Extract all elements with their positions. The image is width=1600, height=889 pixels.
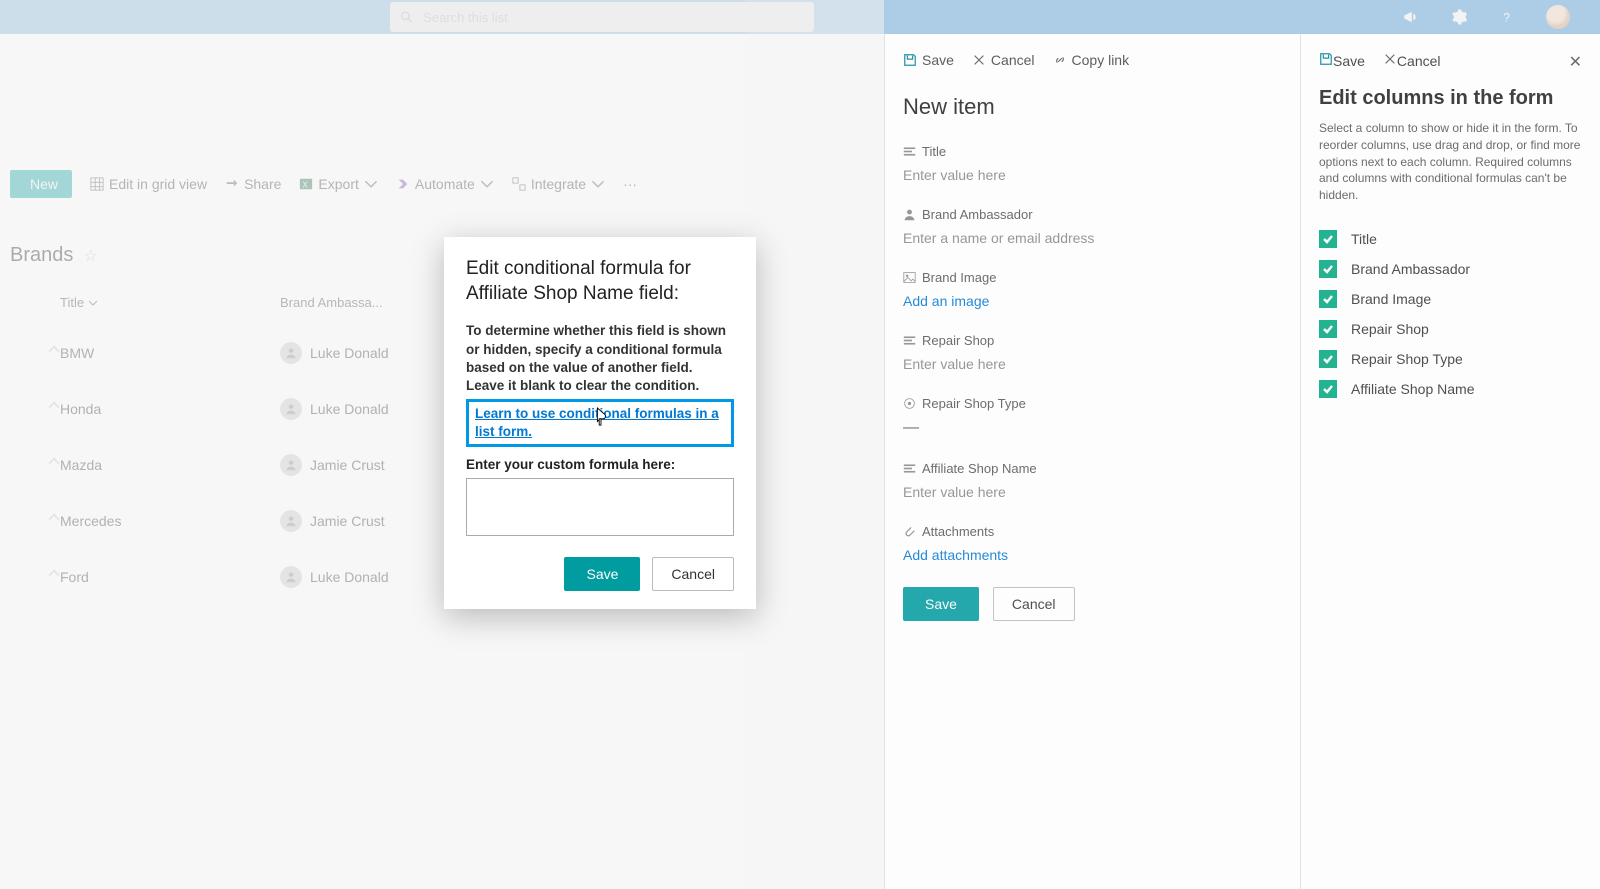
modal-link-highlight: Learn to use conditional formulas in a l… [466,399,734,447]
modal-overlay-right [746,0,1600,889]
modal-cancel-button[interactable]: Cancel [652,557,734,591]
modal-title: Edit conditional formula for Affiliate S… [466,257,734,306]
formula-textarea[interactable] [466,478,734,536]
conditional-formula-modal: Edit conditional formula for Affiliate S… [444,237,756,609]
modal-save-button[interactable]: Save [564,557,640,591]
modal-description: To determine whether this field is shown… [466,322,734,395]
learn-formulas-link[interactable]: Learn to use conditional formulas in a l… [475,406,719,439]
formula-label: Enter your custom formula here: [466,457,734,472]
